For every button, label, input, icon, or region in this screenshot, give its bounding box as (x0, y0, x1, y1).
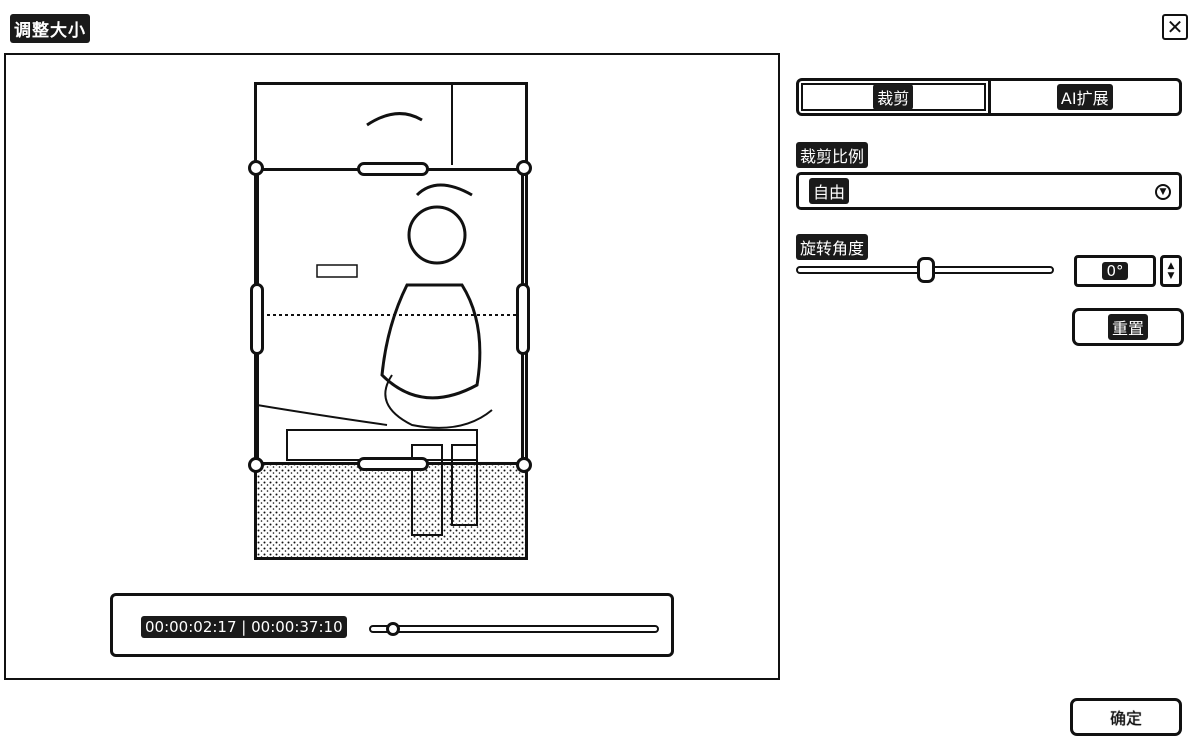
timeline-track[interactable] (369, 622, 659, 636)
video-preview-area: 00:00:02:17 | 00:00:37:10 (4, 53, 780, 680)
rotation-label: 旋转角度 (796, 234, 869, 260)
crop-handle-top-right[interactable] (516, 160, 532, 176)
ok-button[interactable]: 确定 (1070, 698, 1182, 736)
playback-timeline: 00:00:02:17 | 00:00:37:10 (110, 593, 674, 657)
crop-handle-top[interactable] (357, 162, 429, 176)
crop-handle-top-left[interactable] (248, 160, 264, 176)
playhead-handle[interactable] (386, 622, 401, 636)
time-readout: 00:00:02:17 | 00:00:37:10 (141, 616, 347, 638)
crop-handle-left[interactable] (250, 283, 264, 355)
crop-handle-bottom-right[interactable] (516, 457, 532, 473)
crop-handle-bottom[interactable] (357, 457, 429, 471)
crop-ratio-value: 自由 (809, 178, 850, 204)
reset-button[interactable]: 重置 (1072, 308, 1184, 346)
window-title: 调整大小 (10, 14, 90, 43)
tab-ai-expand-label: AI扩展 (1056, 84, 1113, 110)
close-icon: ✕ (1166, 15, 1184, 39)
crop-selection-box[interactable] (248, 160, 532, 473)
total-time: 00:00:37:10 (251, 618, 343, 636)
crop-handle-bottom-left[interactable] (248, 457, 264, 473)
close-button[interactable]: ✕ (1162, 14, 1188, 40)
mode-tabs: 裁剪 AI扩展 (796, 78, 1182, 116)
chevron-down-icon: ▼ (1155, 184, 1171, 200)
crop-handle-right[interactable] (516, 283, 530, 355)
ok-button-label: 确定 (1105, 704, 1146, 730)
tab-ai-expand[interactable]: AI扩展 (991, 81, 1180, 113)
tab-crop-label: 裁剪 (873, 84, 914, 110)
rotation-spinner[interactable]: ▲ ▼ (1160, 255, 1182, 287)
reset-button-label: 重置 (1107, 314, 1148, 340)
tab-crop[interactable]: 裁剪 (799, 81, 991, 113)
rotation-value: 0° (1102, 262, 1128, 280)
rotation-slider-handle[interactable] (917, 257, 935, 283)
time-separator: | (236, 618, 252, 636)
crop-ratio-label: 裁剪比例 (796, 142, 869, 168)
spinner-arrows-icon: ▲ ▼ (1167, 261, 1175, 281)
rotation-input[interactable]: 0° (1074, 255, 1156, 287)
current-time: 00:00:02:17 (145, 618, 237, 636)
crop-ratio-select[interactable]: 自由 ▼ (796, 172, 1182, 210)
